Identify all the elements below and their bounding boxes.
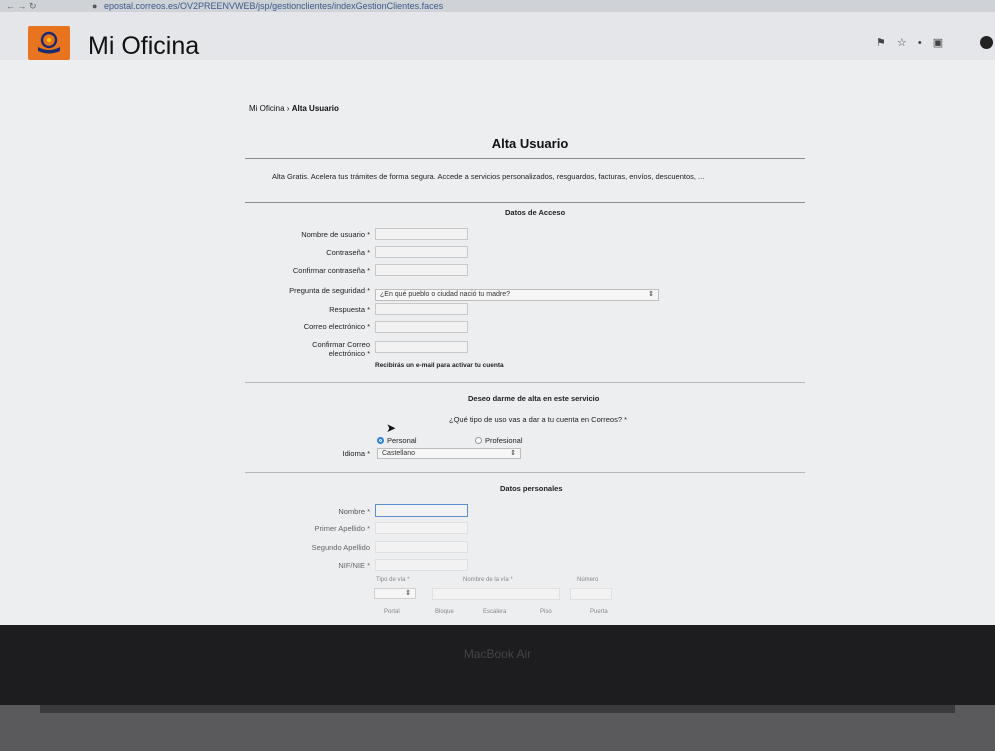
intro-divider — [245, 202, 805, 203]
surname1-input[interactable] — [375, 522, 468, 534]
number-input[interactable] — [570, 588, 612, 600]
screen: ← → ↻ ● epostal.correos.es/OV2PREENVWEB/… — [0, 0, 995, 625]
page-title: Alta Usuario — [491, 136, 569, 151]
select-arrows-icon: ⇕ — [648, 291, 654, 298]
usage-question: ¿Qué tipo de uso vas a dar a tu cuenta e… — [449, 415, 628, 424]
profile-avatar[interactable] — [980, 36, 993, 49]
answer-input[interactable] — [375, 303, 468, 315]
radio-unchecked-icon — [475, 437, 482, 444]
section-title-access: Datos de Acceso — [505, 208, 566, 217]
email-hint: Recibirás un e-mail para activar tu cuen… — [375, 362, 504, 369]
street-type-label: Tipo de vía * — [376, 577, 410, 583]
radio-checked-icon — [377, 437, 384, 444]
title-divider — [245, 158, 805, 159]
intro-text: Alta Gratis. Acelera tus trámites de for… — [272, 172, 705, 181]
nif-label: NIF/NIE * — [338, 561, 370, 570]
security-question-label: Pregunta de seguridad * — [289, 286, 370, 295]
street-name-label: Nombre de la vía * — [463, 577, 513, 583]
confirm-email-input[interactable] — [375, 341, 468, 353]
nif-input[interactable] — [375, 559, 468, 571]
number-label: Número — [577, 577, 599, 583]
password-label: Contraseña * — [326, 248, 370, 257]
block-label: Bloque — [435, 609, 454, 615]
confirm-email-label-line2: electrónico * — [328, 349, 370, 358]
password-input[interactable] — [375, 246, 468, 258]
radio-personal-label: Personal — [387, 436, 417, 445]
street-name-input[interactable] — [432, 588, 560, 600]
language-value: Castellano — [382, 450, 416, 457]
answer-label: Respuesta * — [329, 305, 370, 314]
radio-profesional-label: Profesional — [485, 436, 523, 445]
street-type-select[interactable]: ⇕ — [374, 588, 416, 599]
post-horn-icon — [38, 31, 60, 54]
breadcrumb-separator: › — [286, 104, 290, 113]
service-divider — [245, 472, 805, 473]
confirm-password-input[interactable] — [375, 264, 468, 276]
correos-logo-icon[interactable] — [28, 26, 70, 60]
door-label: Puerta — [590, 609, 608, 615]
security-question-select[interactable]: ¿En qué pueblo o ciudad nació tu madre? … — [375, 289, 659, 301]
select-arrows-icon: ⇕ — [510, 450, 516, 457]
page-content: Mi Oficina › Alta Usuario Alta Usuario A… — [0, 60, 995, 625]
browser-extension-icons[interactable]: ⚑ ☆ • ▣ — [876, 36, 947, 49]
browser-address-bar[interactable]: ← → ↻ ● epostal.correos.es/OV2PREENVWEB/… — [0, 0, 995, 12]
stairs-label: Escalera — [483, 609, 507, 615]
name-input[interactable] — [375, 504, 468, 517]
confirm-email-label-line1: Confirmar Correo — [312, 340, 370, 349]
laptop-hinge — [40, 705, 955, 713]
email-label: Correo electrónico * — [303, 322, 370, 331]
url-text[interactable]: epostal.correos.es/OV2PREENVWEB/jsp/gest… — [104, 0, 443, 12]
confirm-password-label: Confirmar contraseña * — [292, 266, 370, 275]
radio-personal[interactable]: Personal — [377, 436, 417, 445]
laptop-base — [0, 705, 995, 751]
mouse-cursor-icon: ➤ — [386, 421, 397, 435]
surname2-input[interactable] — [375, 541, 468, 553]
floor-label: Piso — [540, 609, 552, 615]
language-label: Idioma * — [342, 449, 370, 458]
portal-label: Portal — [384, 609, 400, 615]
language-select[interactable]: Castellano ⇕ — [377, 448, 521, 459]
surname1-label: Primer Apellido * — [314, 524, 370, 533]
radio-profesional[interactable]: Profesional — [475, 436, 523, 445]
app-title: Mi Oficina — [88, 32, 200, 60]
username-label: Nombre de usuario * — [301, 230, 370, 239]
lock-icon: ● — [92, 1, 98, 11]
breadcrumb-current: Alta Usuario — [291, 104, 339, 113]
name-label: Nombre * — [338, 507, 370, 516]
select-arrows-icon: ⇕ — [405, 590, 411, 597]
laptop-brand: MacBook Air — [463, 647, 532, 661]
access-divider — [245, 382, 805, 383]
section-title-service: Deseo darme de alta en este servicio — [468, 394, 600, 403]
breadcrumb: Mi Oficina › Alta Usuario — [249, 104, 339, 113]
username-input[interactable] — [375, 228, 468, 240]
breadcrumb-home-link[interactable]: Mi Oficina — [249, 104, 285, 113]
section-title-personal: Datos personales — [500, 484, 563, 493]
surname2-label: Segundo Apellido — [311, 543, 370, 552]
email-input[interactable] — [375, 321, 468, 333]
browser-nav-icons[interactable]: ← → ↻ — [6, 0, 37, 12]
app-header: Mi Oficina ⚑ ☆ • ▣ — [0, 12, 995, 60]
security-question-value: ¿En qué pueblo o ciudad nació tu madre? — [380, 291, 510, 298]
